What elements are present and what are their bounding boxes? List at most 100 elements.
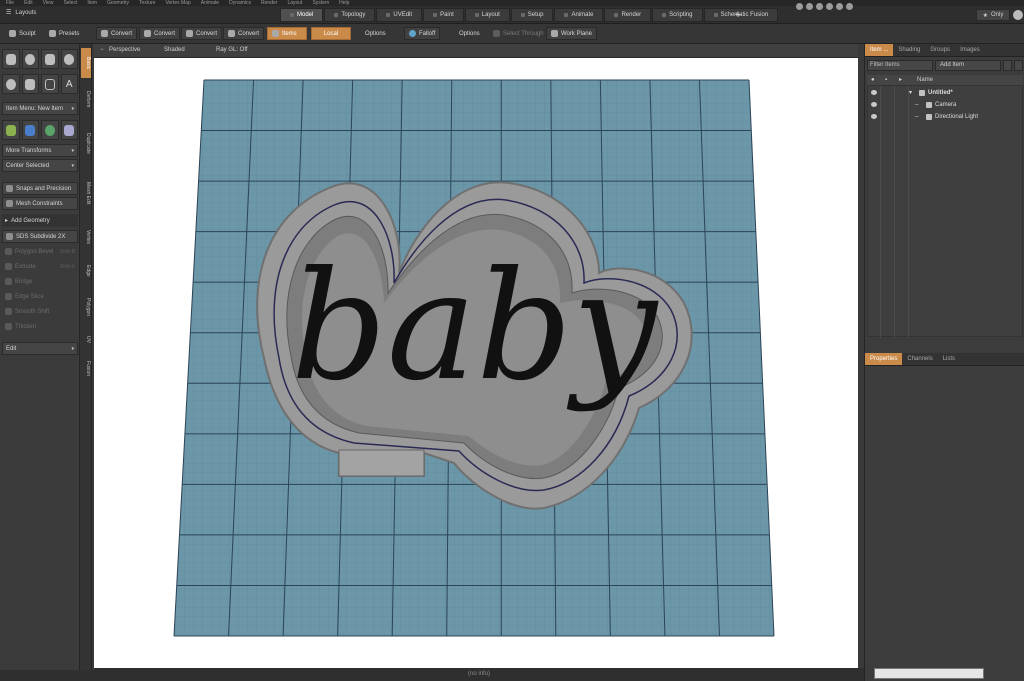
options-button-1[interactable]: Options: [360, 27, 391, 40]
falloff-button[interactable]: Falloff: [404, 27, 441, 40]
item-list-tabs: Item ... Shading Groups Images: [865, 44, 1024, 57]
side-tab-duplicate[interactable]: Duplicate: [81, 120, 91, 166]
name-column-header[interactable]: Name: [917, 75, 933, 85]
tab-scripting[interactable]: Scripting: [652, 8, 703, 22]
side-tab-mesh-edit[interactable]: Mesh Edit: [81, 170, 91, 216]
side-tab-basic[interactable]: Basic: [81, 48, 91, 78]
tab-setup[interactable]: Setup: [510, 8, 554, 22]
curve-icon[interactable]: [41, 74, 59, 94]
lock-icon[interactable]: [1003, 60, 1012, 71]
minus-icon[interactable]: −: [100, 47, 104, 53]
convert-button-3[interactable]: Convert: [181, 27, 223, 40]
convert-button-1[interactable]: Convert: [96, 27, 138, 40]
only-toggle[interactable]: ★ Only: [976, 9, 1010, 21]
cube-icon[interactable]: [2, 49, 20, 69]
local-button[interactable]: Local: [311, 27, 351, 40]
edit-dropdown[interactable]: Edit ▾: [2, 342, 78, 355]
shaded-menu[interactable]: Shaded: [164, 47, 185, 53]
eye-icon[interactable]: [871, 114, 877, 119]
item-list-panel: Item ... Shading Groups Images Filter Items…: [864, 44, 1024, 681]
layouts-menu[interactable]: ☰ Layouts: [6, 9, 36, 17]
scale-icon[interactable]: [41, 120, 59, 140]
eye-icon[interactable]: [871, 90, 877, 95]
expand-arrow-icon[interactable]: [846, 3, 853, 10]
properties-tab-channels[interactable]: Channels: [902, 353, 937, 365]
smooth-shift-button[interactable]: Smooth Shift: [2, 305, 78, 318]
gear-icon[interactable]: [1013, 10, 1023, 20]
tab-model[interactable]: Model: [280, 8, 324, 22]
capsule-icon[interactable]: [60, 49, 78, 69]
panel-tab-2[interactable]: Groups: [925, 44, 955, 56]
properties-tab-lists[interactable]: Lists: [938, 353, 960, 365]
work-plane-button[interactable]: Work Plane: [546, 27, 597, 40]
select-through-button[interactable]: Select Through: [488, 27, 549, 40]
snaps-button[interactable]: Snaps and Precision: [2, 182, 78, 195]
side-tab-edge[interactable]: Edge: [81, 258, 91, 284]
perspective-menu[interactable]: Perspective: [109, 47, 140, 53]
filter-icon[interactable]: [1014, 60, 1023, 71]
convert-button-2[interactable]: Convert: [139, 27, 181, 40]
bottom-left-bar: [0, 670, 94, 681]
3d-viewport[interactable]: baby: [94, 58, 858, 668]
side-tab-vertex[interactable]: Vertex: [81, 220, 91, 254]
filter-items-input[interactable]: Filter Items: [867, 60, 933, 71]
convert-button-4[interactable]: Convert: [223, 27, 265, 40]
side-tab-fusion[interactable]: Fusion: [81, 352, 91, 386]
item-menu-dropdown[interactable]: Item Menu: New Item ▾: [2, 102, 78, 115]
cylinder-icon[interactable]: [41, 49, 59, 69]
side-tab-uv[interactable]: UV: [81, 330, 91, 348]
edge-slice-button[interactable]: Edge Slice: [2, 290, 78, 303]
polygon-bevel-button[interactable]: Polygon Bevel Shift-B: [2, 245, 78, 258]
side-tab-deform[interactable]: Deform: [81, 82, 91, 116]
tab-animate[interactable]: Animate: [554, 8, 604, 22]
tab-uvedit[interactable]: UVEdit: [376, 8, 423, 22]
convert-icon: [186, 30, 193, 37]
move-icon[interactable]: [2, 120, 20, 140]
sphere-icon[interactable]: [21, 49, 39, 69]
presets-button[interactable]: Presets: [44, 27, 84, 40]
eye-icon[interactable]: [871, 102, 877, 107]
text-icon[interactable]: A: [60, 74, 78, 94]
add-tab-icon[interactable]: +: [732, 9, 744, 21]
tab-render[interactable]: Render: [604, 8, 652, 22]
maximize-icon[interactable]: [826, 3, 833, 10]
slice-icon: [5, 293, 12, 300]
center-selected-dropdown[interactable]: Center Selected ▾: [2, 159, 78, 172]
mesh-constraints-button[interactable]: Mesh Constraints: [2, 197, 78, 210]
options-button-2[interactable]: Options: [454, 27, 485, 40]
tree-item-scene[interactable]: ▾ Untitled*: [867, 87, 1023, 99]
render-column-icon: ▸: [899, 77, 903, 83]
pan-icon[interactable]: [796, 3, 803, 10]
rotate-icon[interactable]: [21, 120, 39, 140]
side-tab-polygon[interactable]: Polygon: [81, 288, 91, 326]
ray-gl-menu[interactable]: Ray GL: Off: [216, 47, 248, 53]
zoom-icon[interactable]: [816, 3, 823, 10]
tab-layout[interactable]: Layout: [464, 8, 510, 22]
tab-paint[interactable]: Paint: [423, 8, 464, 22]
panel-tab-0[interactable]: Item ...: [865, 44, 894, 56]
tab-label: Scripting: [669, 12, 693, 18]
transform-icon[interactable]: [60, 120, 78, 140]
pen-icon[interactable]: [21, 74, 39, 94]
thicken-button[interactable]: Thicken: [2, 320, 78, 333]
panel-tab-3[interactable]: Images: [955, 44, 985, 56]
items-mode-button[interactable]: Items: [267, 27, 307, 40]
command-input[interactable]: [874, 668, 984, 679]
expand-icon[interactable]: ▾: [909, 87, 912, 99]
tab-icon: [334, 13, 339, 17]
rotate-view-icon[interactable]: [806, 3, 813, 10]
add-item-dropdown[interactable]: Add Item: [935, 60, 1001, 71]
bridge-button[interactable]: Bridge: [2, 275, 78, 288]
properties-tab-properties[interactable]: Properties: [865, 353, 903, 365]
tree-item-camera[interactable]: – Camera: [867, 99, 1023, 111]
settings-icon[interactable]: [836, 3, 843, 10]
torus-icon[interactable]: [2, 74, 20, 94]
add-geometry-header[interactable]: ▸ Add Geometry: [2, 214, 78, 227]
sculpt-button[interactable]: Sculpt: [4, 27, 41, 40]
tab-topology[interactable]: Topology: [324, 8, 376, 22]
tree-item-light[interactable]: – Directional Light: [867, 111, 1023, 123]
panel-tab-1[interactable]: Shading: [893, 44, 925, 56]
more-transforms-dropdown[interactable]: More Transforms ▾: [2, 144, 78, 157]
extrude-button[interactable]: Extrude Shift-X: [2, 260, 78, 273]
sds-subdivide-button[interactable]: SDS Subdivide 2X: [2, 230, 78, 243]
